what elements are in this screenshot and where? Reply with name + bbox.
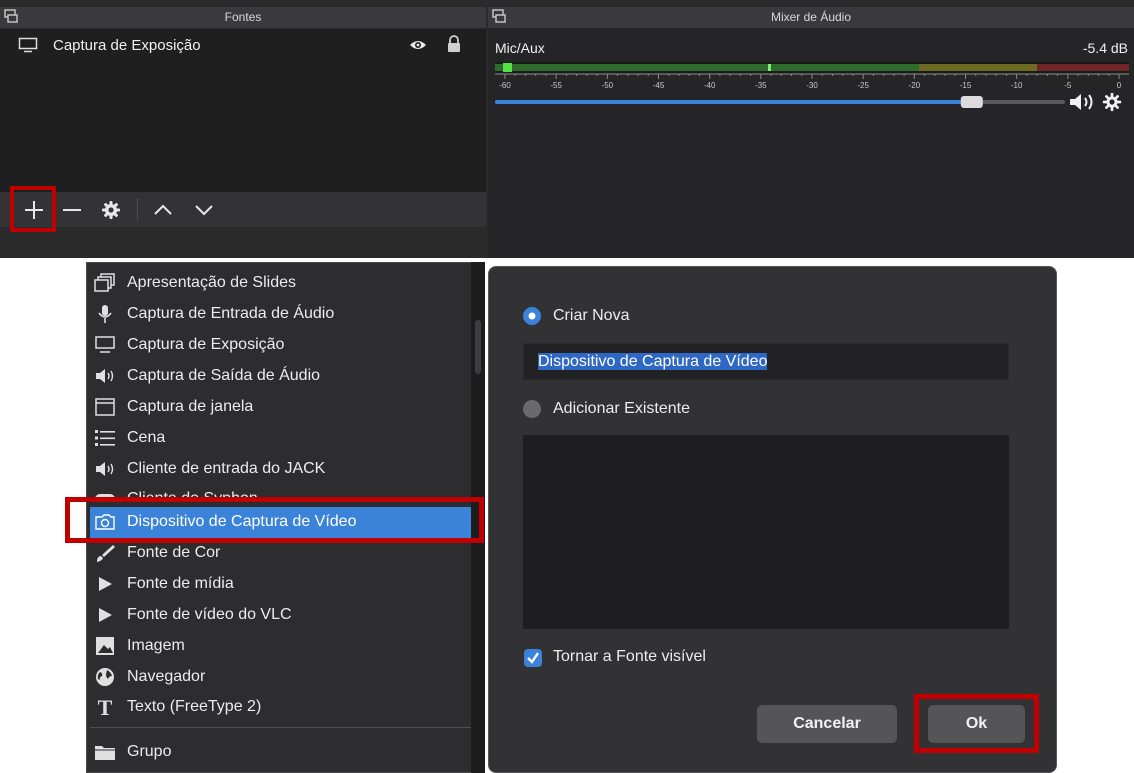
menu-item-audio-input[interactable]: Captura de Entrada de Áudio xyxy=(90,299,471,330)
source-name-input[interactable]: Dispositivo de Captura de Vídeo xyxy=(523,343,1009,380)
menu-separator xyxy=(90,727,471,728)
menu-item-window-capture[interactable]: Captura de janela xyxy=(90,392,471,423)
speaker-icon[interactable] xyxy=(1068,91,1098,113)
meter-tick-label: -25 xyxy=(857,81,869,90)
chevron-up-icon[interactable] xyxy=(151,198,175,222)
annotation-highlight-box xyxy=(65,497,484,543)
speaker-icon xyxy=(96,462,114,476)
play-icon xyxy=(99,577,112,591)
annotation-highlight-box xyxy=(914,694,1039,753)
menu-item-label: Fonte de mídia xyxy=(127,575,234,592)
list-icon xyxy=(95,430,115,446)
menu-item-label: Captura de Saída de Áudio xyxy=(127,367,321,384)
menu-item-group[interactable]: Grupo xyxy=(90,737,471,768)
speaker-icon xyxy=(96,369,114,383)
sources-list[interactable]: Captura de Exposição xyxy=(0,29,486,192)
menu-item-media-source[interactable]: Fonte de mídia xyxy=(90,569,471,600)
meter-scale: -60 -55 -50 -45 -40 -35 -30 -25 -20 -15 -10 -5 0 xyxy=(495,73,1129,90)
source-name-value: Dispositivo de Captura de Vídeo xyxy=(538,353,768,370)
image-icon xyxy=(96,637,114,655)
meter-tick-label: -30 xyxy=(806,81,818,90)
slideshow-icon xyxy=(94,273,115,292)
sources-panel-title: Fontes xyxy=(224,10,262,24)
text-icon: T xyxy=(98,697,113,717)
menu-item-label: Captura de Entrada de Áudio xyxy=(127,305,335,322)
menu-item-label: Navegador xyxy=(127,668,206,685)
menu-item-label: Fonte de vídeo do VLC xyxy=(127,606,292,623)
menu-item-syphon-client[interactable]: Cliente do Syphon xyxy=(90,484,471,498)
menu-item-label: Cena xyxy=(127,429,166,446)
volume-meter xyxy=(495,62,1129,73)
menu-item-label: Imagem xyxy=(127,637,185,654)
window-icon xyxy=(95,398,115,416)
annotation-highlight-box xyxy=(10,186,56,232)
menu-item-label: Captura de janela xyxy=(127,398,254,415)
source-label: Captura de Exposição xyxy=(53,37,201,54)
menu-scrollbar-thumb[interactable] xyxy=(475,320,481,374)
source-item[interactable]: Captura de Exposição xyxy=(0,35,486,57)
meter-tick-label: -60 xyxy=(499,81,511,90)
brush-icon xyxy=(97,545,115,562)
svg-text:T: T xyxy=(98,697,113,717)
menu-item-label: Grupo xyxy=(127,743,172,760)
add-existing-label: Adicionar Existente xyxy=(553,400,690,417)
gear-icon[interactable] xyxy=(99,198,123,222)
menu-item-scene[interactable]: Cena xyxy=(90,423,471,454)
volume-slider[interactable] xyxy=(495,95,1065,109)
microphone-icon xyxy=(98,305,112,323)
meter-tick-label: -20 xyxy=(909,81,921,90)
sources-panel-header: Fontes xyxy=(0,7,486,28)
meter-tick-label: -35 xyxy=(755,81,767,90)
menu-item-browser[interactable]: Navegador xyxy=(90,662,471,693)
lock-icon[interactable] xyxy=(446,35,462,53)
page-background xyxy=(1057,266,1134,773)
cancel-button[interactable]: Cancelar xyxy=(757,705,897,743)
audio-mixer: Mic/Aux -5.4 dB -60 -55 -50 -45 -40 -35 -30 -25… xyxy=(488,29,1134,258)
obs-dock-area: Fontes Mixer de Áudio Captura de Exposiç… xyxy=(0,0,1134,258)
meter-scale-ticks: -60 -55 -50 -45 -40 -35 -30 -25 -20 -15 -10 -5 0 xyxy=(499,74,1122,90)
dock-footer xyxy=(0,227,486,258)
meter-tick-label: -50 xyxy=(602,81,614,90)
meter-tick-label: -10 xyxy=(1011,81,1023,90)
sources-toolbar xyxy=(0,192,486,227)
menu-item-vlc-source[interactable]: Fonte de vídeo do VLC xyxy=(90,600,471,631)
toolbar-separator xyxy=(137,199,138,220)
menu-item-image[interactable]: Imagem xyxy=(90,631,471,662)
monitor-icon xyxy=(95,336,115,353)
make-visible-label: Tornar a Fonte visível xyxy=(553,648,706,665)
menu-item-label: Texto (FreeType 2) xyxy=(127,698,262,715)
meter-tick-label: -15 xyxy=(960,81,972,90)
eye-icon[interactable] xyxy=(409,37,427,53)
make-visible-checkbox[interactable] xyxy=(523,648,543,668)
create-new-radio[interactable] xyxy=(522,306,542,326)
meter-tick-label: 0 xyxy=(1117,81,1122,90)
menu-item-label: Captura de Exposição xyxy=(127,336,285,353)
mixer-channel-name: Mic/Aux xyxy=(495,40,545,56)
mixer-panel-header: Mixer de Áudio xyxy=(488,7,1134,28)
menu-item-audio-output[interactable]: Captura de Saída de Áudio xyxy=(90,361,471,392)
menu-item-display-capture[interactable]: Captura de Exposição xyxy=(90,330,471,361)
chevron-down-icon[interactable] xyxy=(192,198,216,222)
menu-item-jack-client[interactable]: Cliente de entrada do JACK xyxy=(90,454,471,485)
menu-item-label: Fonte de Cor xyxy=(127,544,221,561)
create-new-label: Criar Nova xyxy=(553,307,630,324)
menu-item-label: Apresentação de Slides xyxy=(127,274,296,291)
mixer-panel-title: Mixer de Áudio xyxy=(770,10,852,24)
meter-tick-label: -55 xyxy=(550,81,562,90)
meter-tick-label: -40 xyxy=(704,81,716,90)
meter-tick-label: -5 xyxy=(1064,81,1072,90)
add-existing-radio[interactable] xyxy=(522,399,542,419)
menu-item-text-freetype[interactable]: T Texto (FreeType 2) xyxy=(90,692,471,723)
globe-icon xyxy=(96,668,114,686)
gear-icon[interactable] xyxy=(1101,91,1123,113)
remove-source-button[interactable] xyxy=(60,198,84,222)
menu-item-slideshow[interactable]: Apresentação de Slides xyxy=(90,268,471,299)
monitor-icon xyxy=(18,37,38,53)
folder-icon xyxy=(95,746,115,760)
existing-sources-list[interactable] xyxy=(523,435,1009,629)
menu-item-label: Cliente de entrada do JACK xyxy=(127,460,326,477)
mixer-level-readout: -5.4 dB xyxy=(1082,40,1128,56)
meter-tick-label: -45 xyxy=(653,81,665,90)
play-icon xyxy=(99,608,112,622)
